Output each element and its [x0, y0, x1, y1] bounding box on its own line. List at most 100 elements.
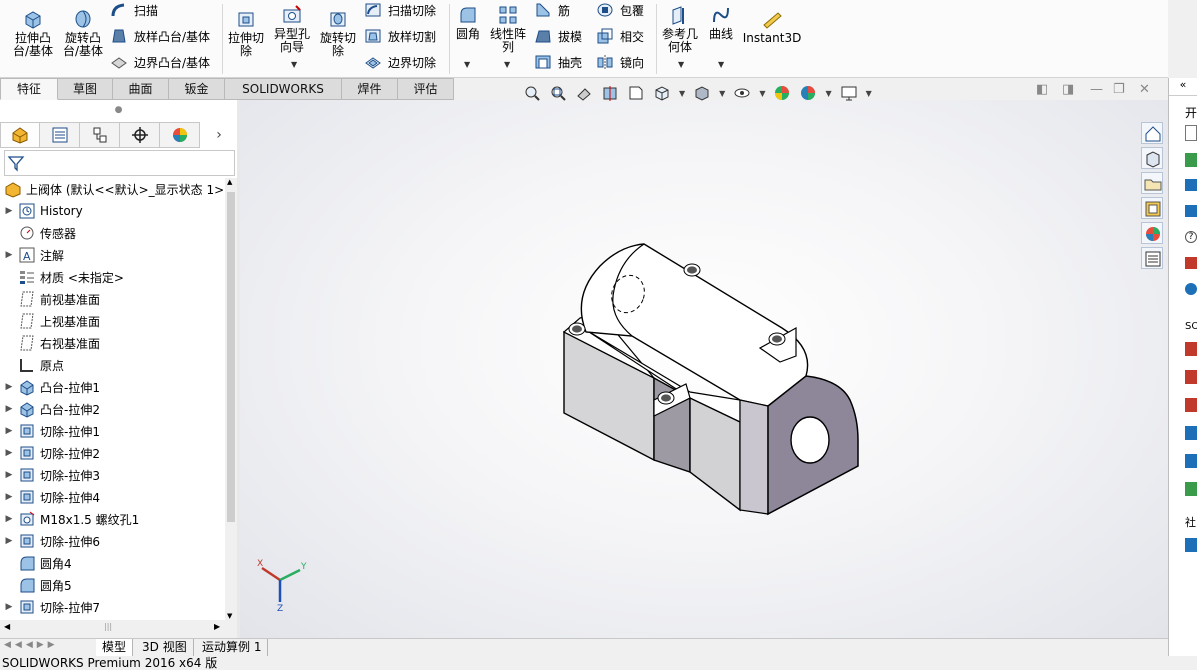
pane-collapse-button[interactable]: «	[1169, 78, 1197, 96]
restore-icon[interactable]: ❐	[1113, 82, 1125, 97]
community-icon[interactable]	[1185, 538, 1197, 552]
scroll-down-arrow[interactable]: ▼	[227, 612, 232, 620]
tab-display-manager[interactable]	[160, 122, 200, 148]
tab-sheet-metal[interactable]: 钣金	[169, 78, 225, 100]
tree-filter-box[interactable]	[4, 150, 235, 176]
tree-vertical-scrollbar[interactable]: ▲ ▼	[225, 178, 237, 620]
tab-model[interactable]: 模型	[96, 639, 134, 656]
tree-item[interactable]: ▶ 切除-拉伸6	[0, 530, 225, 552]
new-document-icon[interactable]	[1185, 125, 1197, 141]
tab-scroll-arrows[interactable]: ◀◀◀▶▶	[4, 640, 59, 650]
home-icon[interactable]	[1141, 122, 1163, 144]
tree-item[interactable]: ▶ 凸台-拉伸1	[0, 376, 225, 398]
pattern-dropdown-arrow[interactable]: ▼	[504, 60, 510, 69]
part-model-3d[interactable]	[240, 100, 1168, 638]
sweep-cut-button[interactable]: 扫描切除	[364, 0, 436, 20]
fillet-button[interactable]: 圆角	[452, 4, 484, 41]
loft-boss-button[interactable]: 放样凸台/基体	[110, 26, 210, 46]
tree-item[interactable]: ▶ 切除-拉伸1	[0, 420, 225, 442]
expand-arrow-icon[interactable]: ▶	[0, 404, 18, 414]
expand-arrow-icon[interactable]: ▶	[0, 448, 18, 458]
tree-item[interactable]: ▶ 切除-拉伸3	[0, 464, 225, 486]
boundary-boss-button[interactable]: 边界凸台/基体	[110, 52, 210, 72]
tab-evaluate[interactable]: 评估	[398, 78, 454, 100]
expand-arrow-icon[interactable]: ▶	[0, 250, 18, 260]
learn-icon[interactable]	[1185, 205, 1197, 217]
scroll-thumb[interactable]	[227, 192, 235, 522]
resource-link-icon[interactable]	[1185, 454, 1197, 468]
hole-wizard-button[interactable]: 异型孔 向导	[272, 4, 312, 54]
expand-arrow-icon[interactable]: ▶	[0, 470, 18, 480]
tutorial-icon[interactable]	[1185, 179, 1197, 191]
tree-item[interactable]: ▶ 切除-拉伸7	[0, 596, 225, 618]
expand-arrow-icon[interactable]: ▶	[0, 206, 18, 216]
expand-arrow-icon[interactable]: ▶	[0, 536, 18, 546]
scroll-right-arrow[interactable]: ▶	[214, 622, 220, 631]
rib-button[interactable]: 筋	[534, 0, 570, 20]
info-icon[interactable]	[1185, 283, 1197, 295]
tab-property-manager[interactable]	[40, 122, 80, 148]
tab-feature-tree[interactable]	[0, 122, 40, 148]
tab-surfaces[interactable]: 曲面	[113, 78, 169, 100]
tab-configuration-manager[interactable]	[80, 122, 120, 148]
tab-3d-views[interactable]: 3D 视图	[136, 639, 194, 656]
scroll-up-arrow[interactable]: ▲	[227, 178, 232, 186]
tree-item[interactable]: ▶ 切除-拉伸4	[0, 486, 225, 508]
graphics-area[interactable]: ▼ ▼ ▼ ▼ ▼ ◧ ◨ — ❐ ✕ X Y Z	[240, 82, 1168, 638]
tab-mbd[interactable]: SOLIDWORKS MBD	[225, 78, 342, 117]
refgeom-dropdown-arrow[interactable]: ▼	[678, 60, 684, 69]
expand-arrow-icon[interactable]: ▶	[0, 426, 18, 436]
loft-cut-button[interactable]: 放样切割	[364, 26, 436, 46]
resource-link-icon[interactable]	[1185, 426, 1197, 440]
close-icon[interactable]: ✕	[1139, 82, 1150, 97]
file-explorer-icon[interactable]	[1141, 172, 1163, 194]
resource-link-icon[interactable]	[1185, 370, 1197, 384]
draft-button[interactable]: 拔模	[534, 26, 582, 46]
mirror-button[interactable]: 镜向	[596, 52, 644, 72]
tab-features[interactable]: 特征	[0, 78, 58, 100]
tile-right-icon[interactable]: ◨	[1062, 82, 1074, 97]
curves-button[interactable]: 曲线	[704, 4, 738, 41]
custom-properties-icon[interactable]	[1141, 247, 1163, 269]
tab-weldments[interactable]: 焊件(D)	[342, 78, 398, 117]
shell-button[interactable]: 抽壳	[534, 52, 582, 72]
expand-arrow-icon[interactable]: ▶	[0, 514, 18, 524]
open-document-icon[interactable]	[1185, 153, 1197, 167]
tile-left-icon[interactable]: ◧	[1036, 82, 1048, 97]
tree-item[interactable]: ▶ 切除-拉伸2	[0, 442, 225, 464]
panel-tabs-next-arrow[interactable]: ›	[200, 122, 238, 148]
instant3d-button[interactable]: Instant3D	[743, 8, 801, 45]
tree-item[interactable]: 上视基准面	[0, 310, 225, 332]
appearances-scenes-icon[interactable]	[1141, 222, 1163, 244]
recovery-icon[interactable]	[1185, 257, 1197, 269]
tree-item[interactable]: 圆角5	[0, 574, 225, 596]
tab-sketch[interactable]: 草图	[58, 78, 113, 100]
tree-item[interactable]: 右视基准面	[0, 332, 225, 354]
intersect-button[interactable]: 相交	[596, 26, 644, 46]
minimize-icon[interactable]: —	[1090, 82, 1103, 97]
expand-arrow-icon[interactable]: ▶	[0, 602, 18, 612]
sweep-button[interactable]: 扫描	[110, 0, 158, 20]
expand-arrow-icon[interactable]: ▶	[0, 492, 18, 502]
tree-item[interactable]: 前视基准面	[0, 288, 225, 310]
tree-item[interactable]: ▶ 凸台-拉伸2	[0, 398, 225, 420]
curves-dropdown-arrow[interactable]: ▼	[718, 60, 724, 69]
tree-item[interactable]: ▶ M18x1.5 螺纹孔1	[0, 508, 225, 530]
tree-item[interactable]: 材质 <未指定>	[0, 266, 225, 288]
tree-item[interactable]: ▶ A 注解	[0, 244, 225, 266]
scroll-left-arrow[interactable]: ◀	[4, 622, 10, 631]
tree-item[interactable]: ▶ History	[0, 200, 225, 222]
reference-geometry-button[interactable]: 参考几 何体	[660, 4, 700, 54]
extrude-cut-button[interactable]: 拉伸切 除	[226, 8, 266, 58]
help-icon[interactable]: ?	[1185, 231, 1197, 243]
boundary-cut-button[interactable]: 边界切除	[364, 52, 436, 72]
expand-arrow-icon[interactable]: ▶	[0, 382, 18, 392]
resource-link-icon[interactable]	[1185, 342, 1197, 356]
tab-motion-study-1[interactable]: 运动算例 1	[196, 639, 269, 656]
revolve-boss-button[interactable]: 旋转凸 台/基体	[60, 8, 106, 58]
tab-dimxpert[interactable]	[120, 122, 160, 148]
wrap-button[interactable]: 包覆	[596, 0, 644, 20]
revolve-cut-button[interactable]: 旋转切 除	[318, 8, 358, 58]
scroll-grip[interactable]: |||	[104, 622, 112, 631]
linear-pattern-button[interactable]: 线性阵 列	[488, 4, 528, 54]
